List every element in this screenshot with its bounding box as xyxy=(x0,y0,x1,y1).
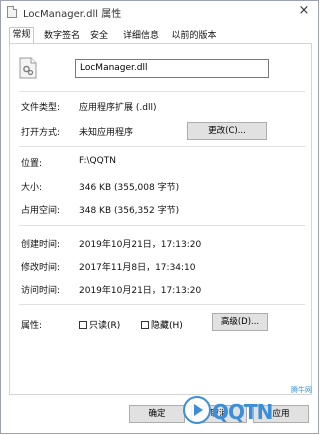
size-value: 346 KB (355,008 字节) xyxy=(79,183,180,193)
hidden-checkbox[interactable]: 隐藏(H) xyxy=(141,318,183,331)
location-value: F:\QQTN xyxy=(79,156,116,166)
watermark-small-text: 腾牛网 xyxy=(291,386,312,394)
size-on-disk-label: 占用空间: xyxy=(21,206,61,216)
change-button[interactable]: 更改(C)... xyxy=(187,122,267,140)
advanced-button[interactable]: 高级(D)... xyxy=(212,313,268,331)
readonly-label: 只读(R) xyxy=(89,321,121,331)
tab-digital-signatures[interactable]: 数字签名 xyxy=(38,29,86,43)
open-with-label: 打开方式: xyxy=(21,128,61,138)
hidden-label: 隐藏(H) xyxy=(151,321,183,331)
qqtn-watermark: QQTN 腾牛网 xyxy=(182,386,314,429)
size-on-disk-value: 348 KB (356,352 字节) xyxy=(79,206,180,216)
created-label: 创建时间: xyxy=(21,240,61,250)
tab-general[interactable]: 常规 xyxy=(9,27,34,44)
ok-button[interactable]: 确定 xyxy=(129,405,185,423)
modified-label: 修改时间: xyxy=(21,263,61,273)
readonly-checkbox-box[interactable] xyxy=(79,321,87,329)
tab-security[interactable]: 安全 xyxy=(86,29,112,43)
file-type-value: 应用程序扩展 (.dll) xyxy=(79,103,157,113)
watermark-play-icon xyxy=(183,396,211,424)
close-icon[interactable]: × xyxy=(296,3,312,19)
location-label: 位置: xyxy=(21,159,43,169)
separator xyxy=(19,225,305,226)
tab-previous-versions[interactable]: 以前的版本 xyxy=(164,29,224,43)
title-bar[interactable]: LocManager.dll 属性 × xyxy=(1,1,318,23)
separator xyxy=(19,146,305,147)
separator xyxy=(19,304,305,305)
open-with-value: 未知应用程序 xyxy=(79,128,134,138)
created-value: 2019年10月21日，17:13:20 xyxy=(79,240,202,250)
hidden-checkbox-box[interactable] xyxy=(141,321,149,329)
dll-file-icon xyxy=(7,6,17,18)
tab-details[interactable]: 详细信息 xyxy=(117,29,165,43)
window-title: LocManager.dll 属性 xyxy=(23,9,122,20)
accessed-label: 访问时间: xyxy=(21,286,61,296)
general-tab-panel xyxy=(9,43,312,395)
size-label: 大小: xyxy=(21,183,43,193)
readonly-checkbox[interactable]: 只读(R) xyxy=(79,318,120,331)
attributes-label: 属性: xyxy=(21,321,43,331)
accessed-value: 2019年10月21日，17:13:20 xyxy=(79,286,202,296)
dll-gear-file-icon xyxy=(19,57,37,79)
separator xyxy=(19,91,305,92)
watermark-text: QQTN xyxy=(212,400,273,424)
properties-dialog: LocManager.dll 属性 × 常规 数字签名 安全 详细信息 以前的版… xyxy=(0,0,319,434)
modified-value: 2017年11月8日，17:34:10 xyxy=(79,263,196,273)
file-name-field[interactable]: LocManager.dll xyxy=(75,59,269,78)
file-type-label: 文件类型: xyxy=(21,103,61,113)
